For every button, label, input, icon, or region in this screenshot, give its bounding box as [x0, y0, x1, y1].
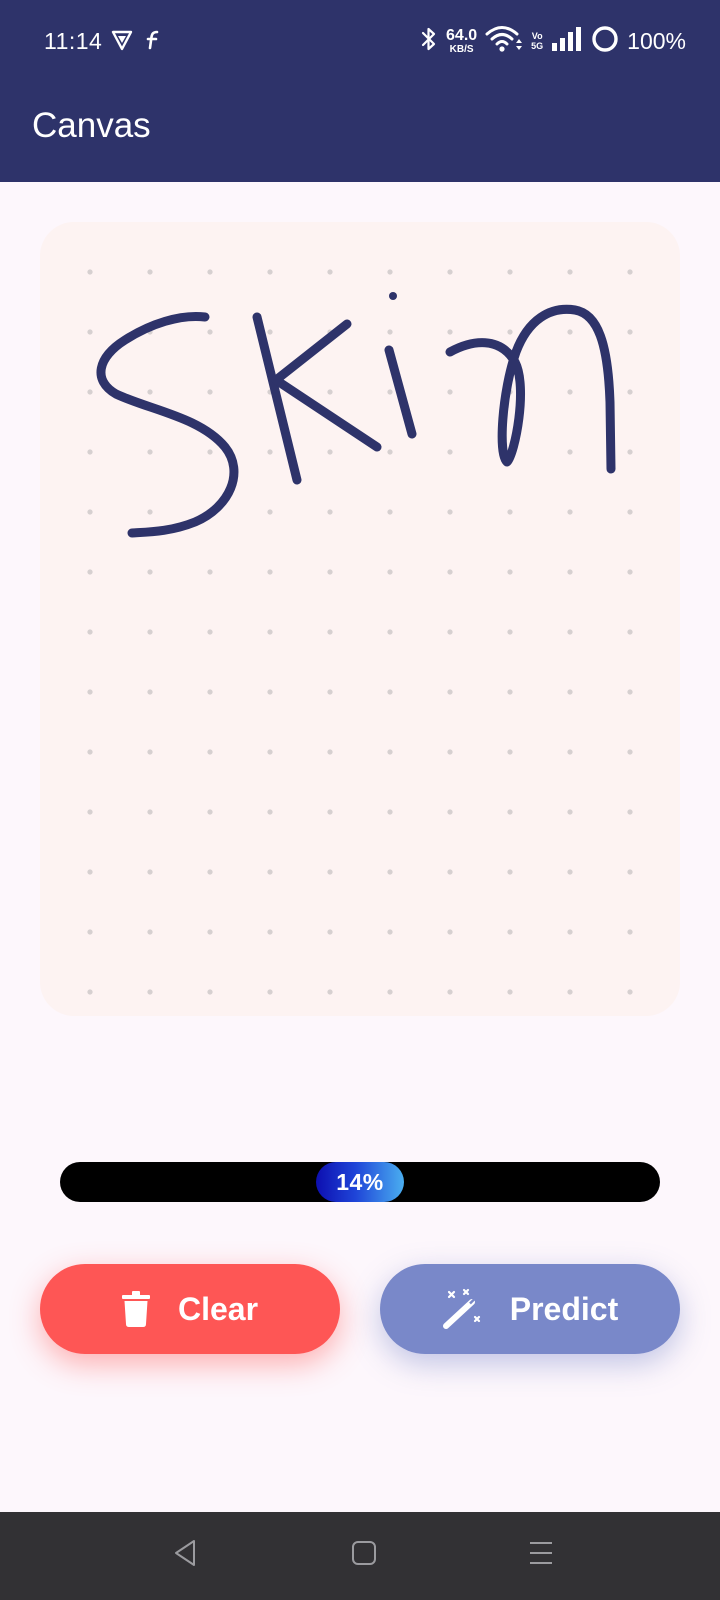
bluetooth-icon: [420, 25, 438, 58]
stroke-letter-i-stem: [384, 345, 417, 439]
battery-ring-icon: [591, 25, 619, 58]
drawing-canvas[interactable]: [40, 222, 680, 1016]
magic-wand-icon: [442, 1288, 482, 1330]
volte-top: Vo: [531, 31, 543, 41]
app-header: 11:14 64.0 KB/S Vo 5G 100% Canvas: [0, 0, 720, 182]
system-nav-bar: [0, 1512, 720, 1600]
home-icon[interactable]: [350, 1538, 378, 1573]
shield-icon: [110, 28, 134, 57]
trash-icon: [121, 1291, 150, 1327]
back-icon[interactable]: [172, 1538, 198, 1573]
network-speed-value: 64.0: [446, 26, 478, 44]
predict-button[interactable]: Predict: [380, 1264, 680, 1354]
stroke-letter-s: [96, 311, 239, 538]
flipkart-icon: [144, 28, 162, 57]
progress-label: 14%: [316, 1162, 404, 1202]
network-speed: 64.0 KB/S: [446, 26, 478, 55]
stroke-letter-n: [445, 304, 616, 474]
status-time: 11:14: [44, 28, 103, 54]
network-speed-unit: KB/S: [449, 43, 474, 55]
page-title: Canvas: [32, 106, 151, 145]
clear-button-label: Clear: [177, 1290, 259, 1327]
status-icons: 64.0 KB/S Vo 5G 100%: [420, 24, 686, 58]
handwriting-strokes: [96, 292, 616, 538]
predict-button-label: Predict: [509, 1290, 619, 1327]
stroke-letter-k-arms: [271, 319, 382, 452]
stroke-letter-i-dot: [389, 292, 397, 300]
volte-indicator: Vo 5G: [531, 31, 543, 51]
signal-icon: [551, 26, 583, 57]
wifi-icon: [485, 24, 523, 59]
menu-icon[interactable]: [528, 1538, 554, 1573]
stroke-letter-k-stem: [252, 312, 302, 485]
volte-bottom: 5G: [531, 41, 544, 51]
clear-button[interactable]: Clear: [40, 1264, 340, 1354]
battery-percent: 100%: [627, 27, 686, 54]
